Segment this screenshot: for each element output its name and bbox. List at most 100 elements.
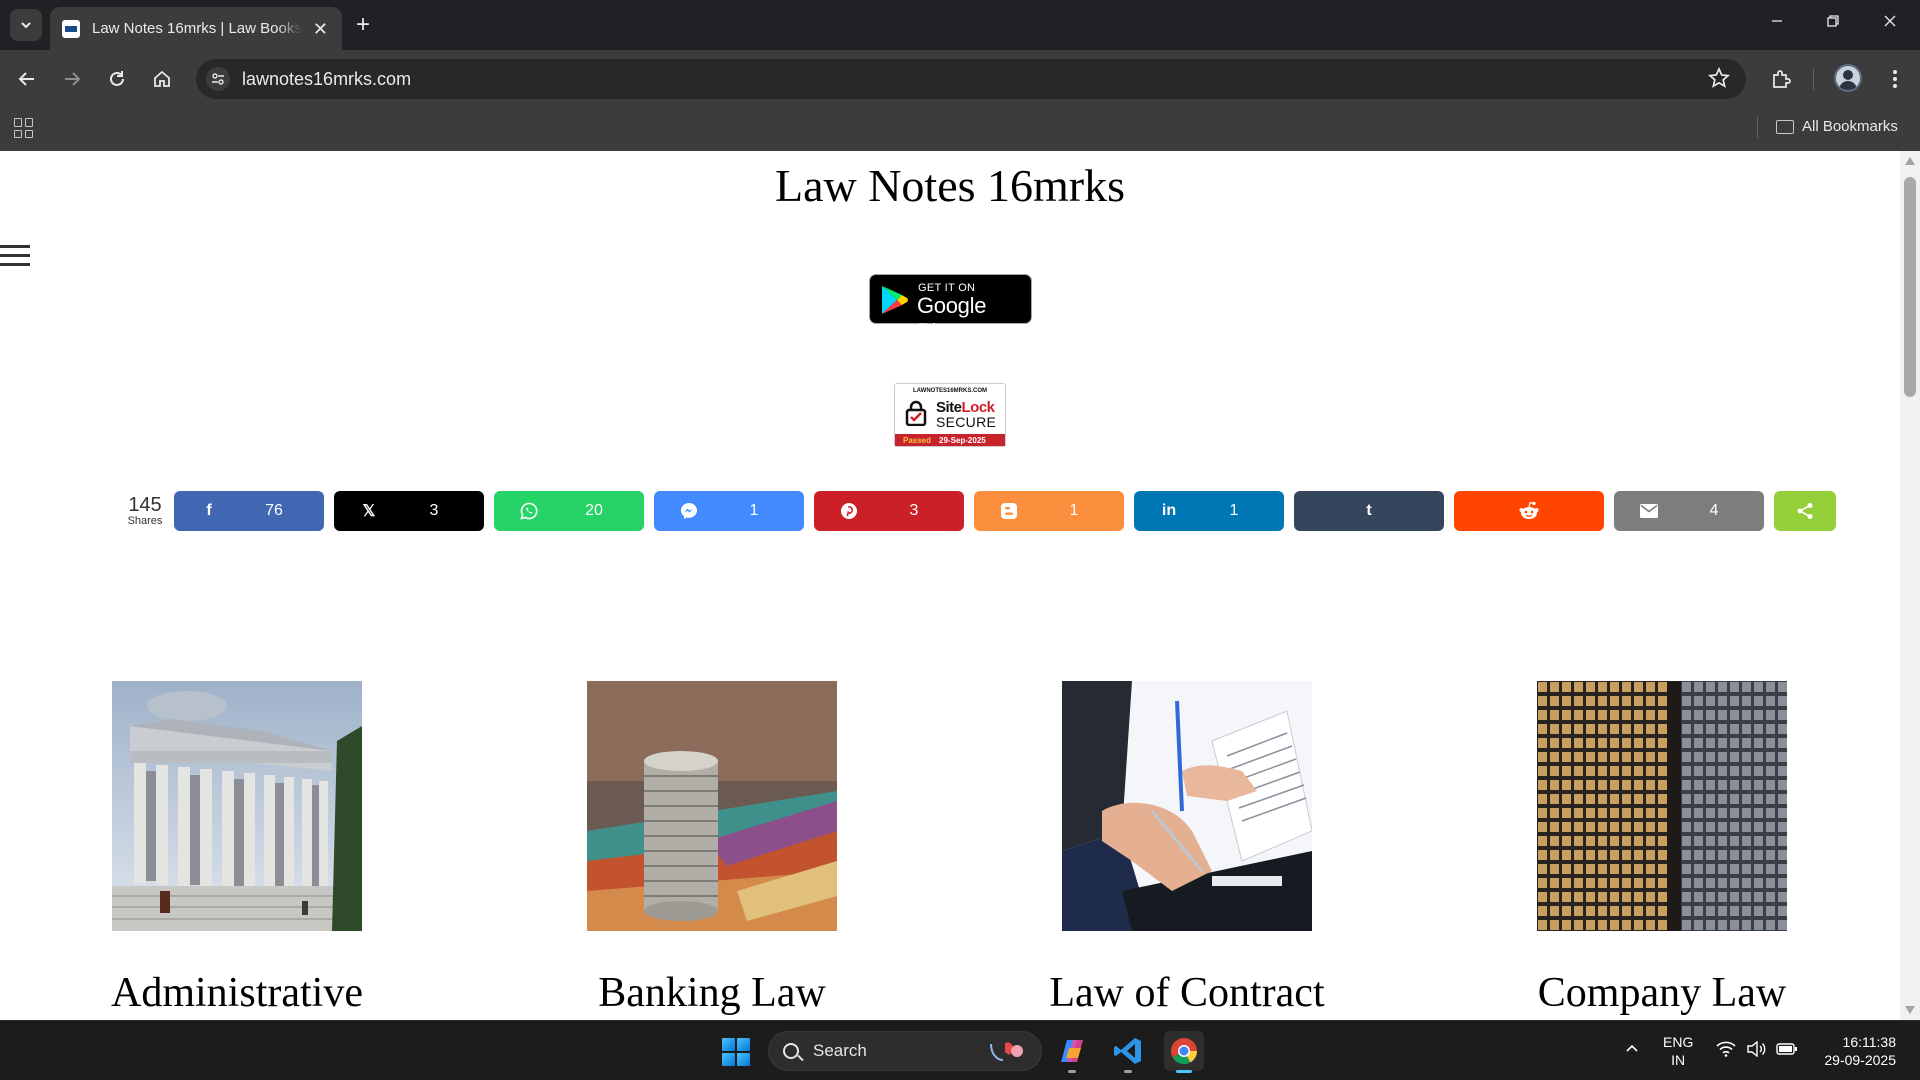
reload-icon xyxy=(110,71,124,86)
share-whatsapp-button[interactable]: 20 xyxy=(494,491,644,531)
site-title[interactable]: Law Notes 16mrks xyxy=(0,159,1900,212)
share-messenger-button[interactable]: 1 xyxy=(654,491,804,531)
url-text[interactable]: lawnotes16mrks.com xyxy=(242,69,411,90)
share-count: 1 xyxy=(1229,502,1239,519)
system-clock[interactable]: 16:11:38 29-09-2025 xyxy=(1810,1033,1896,1069)
category-title[interactable]: Law of Contract xyxy=(982,969,1392,1017)
profile-avatar[interactable] xyxy=(1834,64,1862,92)
reddit-icon xyxy=(1454,501,1604,521)
tab-search-button[interactable] xyxy=(10,9,42,41)
new-tab-button[interactable]: + xyxy=(356,13,370,37)
share-count: 76 xyxy=(265,502,283,519)
share-reddit-button[interactable] xyxy=(1454,491,1604,531)
chevron-up-icon xyxy=(1626,1044,1638,1052)
address-bar[interactable]: lawnotes16mrks.com xyxy=(196,59,1746,99)
total-shares-count: 145 xyxy=(128,494,162,516)
linkedin-icon: in xyxy=(1161,502,1177,519)
restore-window-button[interactable] xyxy=(1826,12,1840,33)
whatsapp-icon xyxy=(494,502,564,520)
email-icon xyxy=(1614,504,1684,518)
region-code: IN xyxy=(1671,1052,1686,1068)
browser-menu-button[interactable] xyxy=(1882,66,1908,92)
share-pinterest-button[interactable]: 3 xyxy=(814,491,964,531)
active-indicator xyxy=(1176,1070,1192,1073)
show-hidden-icons-button[interactable] xyxy=(1625,1041,1639,1060)
page-scrollbar[interactable] xyxy=(1900,151,1920,1020)
back-button[interactable] xyxy=(14,66,40,92)
apps-grid-icon[interactable] xyxy=(14,118,34,138)
facebook-icon: f xyxy=(206,502,212,519)
bookmarks-divider xyxy=(1757,116,1758,138)
share-tumblr-button[interactable]: t xyxy=(1294,491,1444,531)
contract-signing-image[interactable] xyxy=(1062,681,1312,931)
chrome-icon xyxy=(1171,1038,1198,1065)
share-count: 1 xyxy=(1069,502,1079,519)
close-tab-icon[interactable]: ✕ xyxy=(313,19,328,40)
close-window-button[interactable] xyxy=(1883,12,1897,33)
more-vert-icon xyxy=(1893,70,1897,88)
category-title[interactable]: Banking Law xyxy=(507,969,917,1017)
battery-icon[interactable] xyxy=(1776,1042,1798,1061)
scroll-up-arrow-icon[interactable] xyxy=(1905,157,1915,165)
all-bookmarks-button[interactable]: All Bookmarks xyxy=(1776,118,1898,135)
classical-building-image[interactable] xyxy=(112,681,362,931)
google-play-icon xyxy=(882,286,908,314)
google-play-badge[interactable]: GET IT ON Google Play xyxy=(869,274,1032,344)
site-info-button[interactable] xyxy=(206,67,230,91)
bookmark-star-icon[interactable] xyxy=(1707,66,1731,94)
share-email-button[interactable]: 4 xyxy=(1614,491,1764,531)
skyscraper-image[interactable] xyxy=(1537,681,1787,931)
total-shares: 145 Shares xyxy=(122,495,168,528)
arrow-right-icon xyxy=(65,72,81,86)
coins-banknotes-image[interactable] xyxy=(587,681,837,931)
wifi-icon[interactable] xyxy=(1716,1041,1736,1062)
google-play-big-text: Google Play xyxy=(917,293,987,344)
input-language-indicator[interactable]: ENG IN xyxy=(1663,1033,1693,1069)
language-code: ENG xyxy=(1663,1034,1694,1050)
web-page: Law Notes 16mrks GET IT ON Google Play L… xyxy=(0,151,1900,1020)
category-card-banking-law[interactable]: Banking Law xyxy=(587,681,837,1016)
taskbar-copilot-app[interactable] xyxy=(1052,1031,1092,1073)
category-title[interactable]: Administrative xyxy=(32,969,442,1017)
category-card-company-law[interactable]: Company Law xyxy=(1537,681,1787,1016)
running-indicator xyxy=(1068,1070,1076,1073)
windows-start-icon[interactable] xyxy=(722,1038,750,1066)
scroll-down-arrow-icon[interactable] xyxy=(1905,1006,1915,1014)
tumblr-icon: t xyxy=(1366,502,1372,519)
share-count: 3 xyxy=(909,502,919,519)
category-card-law-of-contract[interactable]: Law of Contract xyxy=(1049,681,1325,1016)
share-more-button[interactable] xyxy=(1774,491,1836,531)
home-icon xyxy=(154,70,170,87)
browser-toolbar: lawnotes16mrks.com xyxy=(0,50,1920,108)
reload-button[interactable] xyxy=(104,66,130,92)
taskbar-search-box[interactable]: Search xyxy=(768,1031,1042,1071)
share-x-button[interactable]: 𝕏 3 xyxy=(334,491,484,531)
share-icon xyxy=(1774,502,1836,520)
sitelock-badge[interactable]: LAWNOTES16MRKS.COM SiteLock SECURE Passe… xyxy=(894,383,1006,447)
share-count: 3 xyxy=(429,502,439,519)
home-button[interactable] xyxy=(149,66,175,92)
category-card-administrative[interactable]: Administrative xyxy=(111,681,363,1016)
volume-icon[interactable] xyxy=(1746,1040,1766,1062)
share-facebook-button[interactable]: f 76 xyxy=(174,491,324,531)
close-icon xyxy=(1884,15,1896,27)
share-linkedin-button[interactable]: in 1 xyxy=(1134,491,1284,531)
bookmarks-bar: All Bookmarks xyxy=(0,108,1920,151)
restore-icon xyxy=(1827,15,1839,27)
minimize-window-button[interactable] xyxy=(1770,12,1784,33)
extensions-button[interactable] xyxy=(1768,66,1794,92)
scrollbar-thumb[interactable] xyxy=(1904,177,1916,397)
category-title[interactable]: Company Law xyxy=(1457,969,1867,1017)
browser-tab-strip: Law Notes 16mrks | Law Books & Notes ✕ + xyxy=(0,0,1920,50)
forward-button[interactable] xyxy=(59,66,85,92)
x-icon: 𝕏 xyxy=(362,503,376,520)
browser-tab-active[interactable]: Law Notes 16mrks | Law Books & Notes ✕ xyxy=(50,7,342,50)
windows-taskbar: Search ENG IN 16:11:38 29-09-2025 xyxy=(0,1020,1920,1080)
taskbar-chrome-app[interactable] xyxy=(1164,1031,1204,1073)
puzzle-icon xyxy=(1773,70,1791,88)
share-blogger-button[interactable]: 1 xyxy=(974,491,1124,531)
hamburger-menu-icon[interactable] xyxy=(0,245,30,267)
share-count: 20 xyxy=(585,502,603,519)
search-highlight-icon xyxy=(990,1042,1023,1061)
taskbar-vscode-app[interactable] xyxy=(1108,1031,1148,1073)
